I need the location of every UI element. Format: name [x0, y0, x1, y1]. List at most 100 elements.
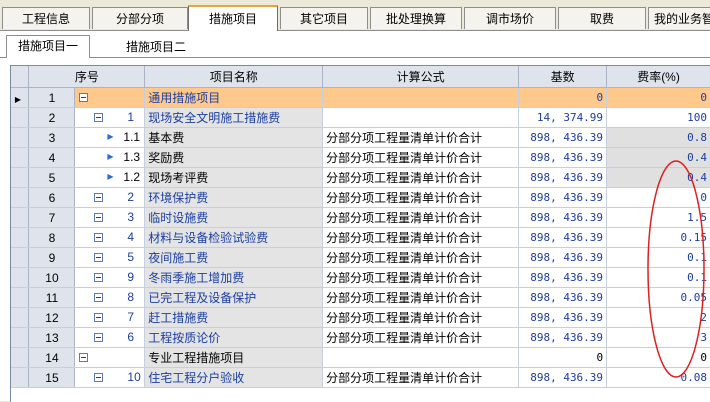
- table-row[interactable]: 9 5 夜间施工费 分部分项工程量清单计价合计 898, 436.39 0.1: [11, 247, 710, 268]
- collapse-toggle-icon[interactable]: [94, 293, 104, 302]
- item-name[interactable]: 材料与设备检验试验费: [144, 227, 324, 248]
- table-row[interactable]: 10 9 冬雨季施工增加费 分部分项工程量清单计价合计 898, 436.39 0.1: [11, 267, 710, 288]
- table-row[interactable]: 8 4 材料与设备检验试验费 分部分项工程量清单计价合计 898, 436.39 0.15: [11, 227, 710, 248]
- item-name[interactable]: 现场考评费: [144, 167, 324, 188]
- collapse-toggle-icon[interactable]: [94, 333, 104, 342]
- collapse-toggle-icon[interactable]: [94, 193, 104, 202]
- formula-cell[interactable]: 分部分项工程量清单计价合计: [322, 127, 520, 148]
- row-selector[interactable]: [11, 207, 30, 228]
- item-name[interactable]: 住宅工程分户验收: [144, 367, 324, 388]
- rate-value[interactable]: 1.5: [606, 207, 710, 228]
- item-name[interactable]: 工程按质论价: [144, 327, 324, 348]
- rate-value[interactable]: 0.15: [606, 227, 710, 248]
- rate-value[interactable]: 0.1: [606, 267, 710, 288]
- formula-cell[interactable]: 分部分项工程量清单计价合计: [322, 327, 520, 348]
- collapse-toggle-icon[interactable]: [94, 233, 104, 242]
- collapse-toggle-icon[interactable]: [79, 353, 89, 362]
- table-row[interactable]: 14 专业工程措施项目 0 0: [11, 347, 710, 368]
- rate-value[interactable]: 0.4: [606, 147, 710, 168]
- row-selector[interactable]: [11, 307, 30, 328]
- base-value[interactable]: 898, 436.39: [518, 307, 608, 328]
- base-value[interactable]: 898, 436.39: [518, 287, 608, 308]
- base-value[interactable]: 898, 436.39: [518, 147, 608, 168]
- rate-value[interactable]: 0: [606, 187, 710, 208]
- base-value[interactable]: 898, 436.39: [518, 167, 608, 188]
- rate-value[interactable]: 2: [606, 307, 710, 328]
- row-selector[interactable]: [11, 187, 30, 208]
- base-value[interactable]: 898, 436.39: [518, 127, 608, 148]
- table-row[interactable]: 3 ▶ 1.1 基本费 分部分项工程量清单计价合计 898, 436.39 0.8: [11, 127, 710, 148]
- rate-value[interactable]: 0.1: [606, 247, 710, 268]
- item-name[interactable]: 冬雨季施工增加费: [144, 267, 324, 288]
- row-selector[interactable]: [11, 267, 30, 288]
- formula-cell[interactable]: 分部分项工程量清单计价合计: [322, 227, 520, 248]
- collapse-toggle-icon[interactable]: [94, 273, 104, 282]
- item-name[interactable]: 环境保护费: [144, 187, 324, 208]
- col-header-base[interactable]: 基数: [518, 66, 608, 88]
- rate-value[interactable]: 0.08: [606, 367, 710, 388]
- base-value[interactable]: 898, 436.39: [518, 367, 608, 388]
- item-name[interactable]: 夜间施工费: [144, 247, 324, 268]
- formula-cell[interactable]: 分部分项工程量清单计价合计: [322, 267, 520, 288]
- rate-value[interactable]: 0.05: [606, 287, 710, 308]
- item-name[interactable]: 奖励费: [144, 147, 324, 168]
- formula-cell[interactable]: 分部分项工程量清单计价合计: [322, 147, 520, 168]
- collapse-toggle-icon[interactable]: [94, 113, 104, 122]
- rate-value[interactable]: 0: [606, 347, 710, 368]
- item-name[interactable]: 现场安全文明施工措施费: [144, 107, 324, 128]
- row-selector[interactable]: ▶: [11, 87, 30, 108]
- table-row[interactable]: 15 10 住宅工程分户验收 分部分项工程量清单计价合计 898, 436.39 0.08: [11, 367, 710, 388]
- base-value[interactable]: 0: [518, 347, 608, 368]
- row-selector[interactable]: [11, 227, 30, 248]
- tab-batch-convert[interactable]: 批处理换算: [370, 7, 462, 29]
- base-value[interactable]: 898, 436.39: [518, 267, 608, 288]
- formula-cell[interactable]: 分部分项工程量清单计价合计: [322, 167, 520, 188]
- row-selector[interactable]: [11, 347, 30, 368]
- tab-fees[interactable]: 取费: [558, 7, 646, 29]
- row-selector[interactable]: [11, 147, 30, 168]
- collapse-toggle-icon[interactable]: [94, 213, 104, 222]
- row-selector[interactable]: [11, 287, 30, 308]
- row-selector[interactable]: [11, 167, 30, 188]
- base-value[interactable]: 898, 436.39: [518, 207, 608, 228]
- row-selector[interactable]: [11, 247, 30, 268]
- rate-value[interactable]: 0.8: [606, 127, 710, 148]
- collapse-toggle-icon[interactable]: [94, 313, 104, 322]
- table-row[interactable]: 4 ▶ 1.3 奖励费 分部分项工程量清单计价合计 898, 436.39 0.4: [11, 147, 710, 168]
- collapse-toggle-icon[interactable]: [94, 253, 104, 262]
- formula-cell[interactable]: 分部分项工程量清单计价合计: [322, 307, 520, 328]
- rate-value[interactable]: 100: [606, 107, 710, 128]
- base-value[interactable]: 898, 436.39: [518, 327, 608, 348]
- subtab-measures-1[interactable]: 措施项目一: [6, 35, 90, 58]
- tab-other-items[interactable]: 其它项目: [280, 7, 368, 29]
- table-row[interactable]: 11 8 已完工程及设备保护 分部分项工程量清单计价合计 898, 436.39 0.05: [11, 287, 710, 308]
- rate-value[interactable]: 3: [606, 327, 710, 348]
- table-row[interactable]: 7 3 临时设施费 分部分项工程量清单计价合计 898, 436.39 1.5: [11, 207, 710, 228]
- formula-cell[interactable]: 分部分项工程量清单计价合计: [322, 287, 520, 308]
- table-row[interactable]: 2 1 现场安全文明施工措施费 14, 374.99 100: [11, 107, 710, 128]
- item-name[interactable]: 临时设施费: [144, 207, 324, 228]
- formula-cell[interactable]: 分部分项工程量清单计价合计: [322, 207, 520, 228]
- rate-value[interactable]: 0.4: [606, 167, 710, 188]
- tab-sub-items[interactable]: 分部分项: [92, 7, 188, 29]
- collapse-toggle-icon[interactable]: [94, 373, 104, 382]
- table-row[interactable]: 12 7 赶工措施费 分部分项工程量清单计价合计 898, 436.39 2: [11, 307, 710, 328]
- col-header-rate[interactable]: 费率(%): [606, 66, 710, 88]
- base-value[interactable]: 14, 374.99: [518, 107, 608, 128]
- table-row[interactable]: 5 ▶ 1.2 现场考评费 分部分项工程量清单计价合计 898, 436.39 0.4: [11, 167, 710, 188]
- base-value[interactable]: 0: [518, 87, 608, 108]
- tab-project-info[interactable]: 工程信息: [2, 7, 90, 29]
- rate-value[interactable]: 0: [606, 87, 710, 108]
- table-row[interactable]: 13 6 工程按质论价 分部分项工程量清单计价合计 898, 436.39 3: [11, 327, 710, 348]
- formula-cell[interactable]: [322, 87, 520, 108]
- formula-cell[interactable]: [322, 347, 520, 368]
- formula-cell[interactable]: 分部分项工程量清单计价合计: [322, 367, 520, 388]
- col-header-seq[interactable]: 序号: [28, 66, 146, 88]
- base-value[interactable]: 898, 436.39: [518, 247, 608, 268]
- col-header-name[interactable]: 项目名称: [144, 66, 324, 88]
- formula-cell[interactable]: [322, 107, 520, 128]
- tab-market-price[interactable]: 调市场价: [464, 7, 556, 29]
- row-selector[interactable]: [11, 327, 30, 348]
- formula-cell[interactable]: 分部分项工程量清单计价合计: [322, 247, 520, 268]
- tab-my-business[interactable]: 我的业务智: [648, 7, 710, 29]
